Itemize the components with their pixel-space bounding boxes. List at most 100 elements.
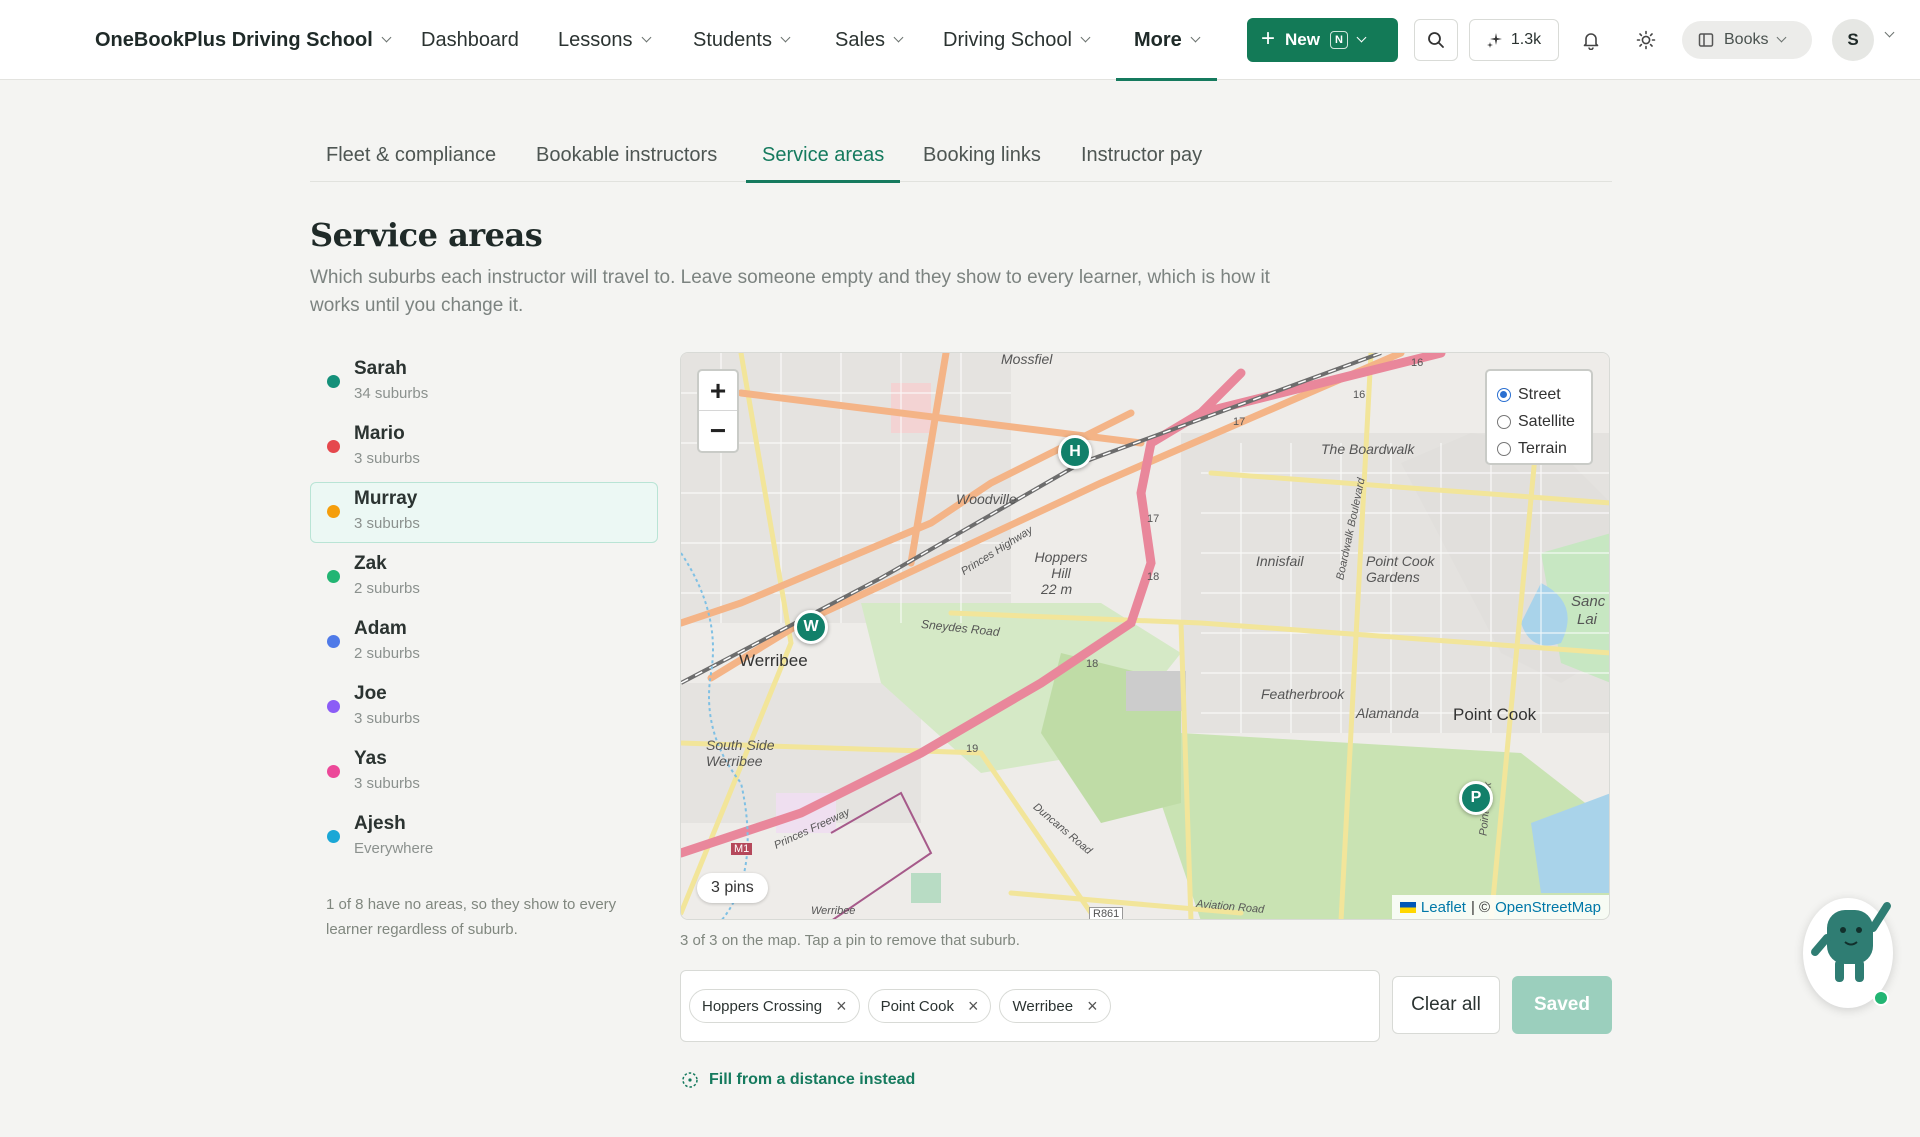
plus-icon: +	[1261, 25, 1276, 52]
suburb-chip-label: Werribee	[1012, 997, 1074, 1015]
map-label: Woodville	[956, 491, 1017, 507]
map-label: Lai	[1577, 611, 1598, 628]
instructor-list: Sarah 34 suburbs Mario 3 suburbs Murray 3 sub…	[310, 352, 658, 872]
map-attribution: Leaflet | © OpenStreetMap	[1391, 895, 1609, 919]
radio[interactable]	[1497, 414, 1511, 429]
nav-lessons[interactable]: Lessons	[558, 0, 651, 80]
nav-label: Dashboard	[421, 28, 519, 51]
layer-label: Terrain	[1518, 439, 1567, 457]
instructor-item-joe[interactable]: Joe 3 suburbs	[310, 677, 658, 738]
pins-count-badge: 3 pins	[697, 873, 768, 903]
instructor-item-murray[interactable]: Murray 3 suburbs	[310, 482, 658, 543]
radio[interactable]	[1497, 441, 1511, 456]
nav-label: More	[1134, 28, 1182, 51]
map-label: Featherbrook	[1261, 686, 1345, 702]
service-area-map[interactable]: Mossfiel Woodville Hoppers Hill 22 m Wer…	[680, 352, 1610, 920]
instructor-color-dot	[327, 505, 340, 518]
instructor-name: Sarah	[354, 358, 407, 379]
instructor-item-adam[interactable]: Adam 2 suburbs	[310, 612, 658, 673]
search-button[interactable]	[1414, 19, 1458, 61]
close-icon[interactable]: ×	[836, 996, 847, 1017]
brand-name: OneBookPlus Driving School	[95, 28, 373, 51]
instructor-name: Yas	[354, 748, 387, 769]
radio-selected[interactable]	[1497, 387, 1511, 402]
layer-option-terrain[interactable]: Terrain	[1497, 435, 1581, 462]
close-icon[interactable]: ×	[1087, 996, 1098, 1017]
leaflet-link[interactable]: Leaflet	[1421, 899, 1466, 916]
tab-label: Instructor pay	[1081, 144, 1203, 166]
pin-letter: W	[803, 618, 819, 635]
sparkle-button[interactable]: 1.3k	[1469, 19, 1559, 61]
top-nav: OneBookPlus Driving School Dashboard Les…	[0, 0, 1920, 81]
tab-service-areas[interactable]: Service areas	[745, 130, 901, 183]
nav-dashboard[interactable]: Dashboard	[421, 0, 519, 80]
instructor-color-dot	[327, 830, 340, 843]
instructor-name: Joe	[354, 683, 387, 704]
nav-sales[interactable]: Sales	[835, 0, 904, 80]
chevron-down-icon	[641, 32, 651, 43]
map-label: 16	[1411, 357, 1424, 369]
sparkle-icon	[1486, 33, 1502, 48]
nav-more[interactable]: More	[1116, 0, 1217, 81]
notifications-button[interactable]	[1575, 24, 1607, 56]
instructor-item-sarah[interactable]: Sarah 34 suburbs	[310, 352, 658, 413]
page-title: Service areas	[310, 216, 543, 254]
layer-option-satellite[interactable]: Satellite	[1497, 408, 1581, 435]
map-label: R861	[1089, 907, 1124, 919]
suburb-chip: Point Cook ×	[867, 989, 992, 1023]
suburb-chip-label: Point Cook	[880, 997, 954, 1015]
saved-button[interactable]: Saved	[1512, 976, 1612, 1034]
map-pin-point-cook[interactable]: P	[1459, 781, 1493, 815]
instructor-item-zak[interactable]: Zak 2 suburbs	[310, 547, 658, 608]
map-label: Werribee	[811, 905, 856, 917]
chevron-down-icon	[1080, 32, 1091, 43]
map-pin-werribee[interactable]: W	[794, 610, 828, 644]
attribution-separator: | ©	[1470, 898, 1491, 916]
new-button[interactable]: + New N	[1247, 18, 1398, 62]
map-pin-hoppers-crossing[interactable]: H	[1058, 435, 1092, 469]
instructor-suburb-count: 2 suburbs	[354, 645, 420, 662]
selected-suburbs-field[interactable]: Hoppers Crossing × Point Cook × Werribee ×	[680, 970, 1380, 1042]
layer-label: Street	[1518, 385, 1561, 403]
nav-driving-school[interactable]: Driving School	[943, 0, 1091, 80]
zoom-in-button[interactable]: +	[699, 371, 737, 411]
instructor-suburb-count: 3 suburbs	[354, 710, 420, 727]
map-label: M1	[731, 843, 753, 855]
suburb-chip: Werribee ×	[999, 989, 1111, 1023]
books-switcher[interactable]: Books	[1682, 21, 1812, 59]
nav-label: Students	[693, 28, 772, 51]
tab-label: Booking links	[923, 144, 1041, 166]
instructor-item-mario[interactable]: Mario 3 suburbs	[310, 417, 658, 478]
online-status-dot	[1873, 990, 1889, 1006]
nav-students[interactable]: Students	[693, 0, 791, 80]
brand-switcher[interactable]: OneBookPlus Driving School	[95, 0, 392, 80]
map-label: 18	[1086, 658, 1099, 670]
fill-from-distance-link[interactable]: Fill from a distance instead	[681, 1071, 915, 1089]
tab-fleet-compliance[interactable]: Fleet & compliance	[326, 130, 496, 182]
tab-booking-links[interactable]: Booking links	[923, 130, 1041, 182]
instructor-suburb-count: 3 suburbs	[354, 775, 420, 792]
openstreetmap-link[interactable]: OpenStreetMap	[1495, 899, 1601, 916]
tab-label: Service areas	[762, 144, 885, 166]
instructor-color-dot	[327, 375, 340, 388]
radius-icon	[682, 1072, 698, 1088]
instructor-item-yas[interactable]: Yas 3 suburbs	[310, 742, 658, 803]
zoom-out-button[interactable]: −	[699, 411, 737, 451]
close-icon[interactable]: ×	[968, 996, 979, 1017]
chevron-down-icon	[1356, 32, 1367, 43]
tab-instructor-pay[interactable]: Instructor pay	[1081, 130, 1202, 182]
tab-label: Fleet & compliance	[326, 144, 497, 166]
map-label: Innisfail	[1256, 553, 1304, 569]
map-label-point-cook: Point Cook	[1453, 705, 1537, 724]
chevron-down-icon	[381, 32, 392, 43]
theme-toggle[interactable]	[1630, 24, 1662, 56]
layer-option-street[interactable]: Street	[1497, 381, 1581, 408]
avatar[interactable]: S	[1832, 19, 1874, 61]
chevron-down-icon	[1190, 32, 1201, 43]
instructor-item-ajesh[interactable]: Ajesh Everywhere	[310, 807, 658, 868]
map-label: Mossfiel	[1001, 352, 1053, 367]
chevron-down-icon[interactable]	[1884, 27, 1895, 38]
clear-all-button[interactable]: Clear all	[1392, 976, 1500, 1034]
tab-bookable-instructors[interactable]: Bookable instructors	[536, 130, 717, 182]
tab-label: Bookable instructors	[536, 144, 718, 166]
